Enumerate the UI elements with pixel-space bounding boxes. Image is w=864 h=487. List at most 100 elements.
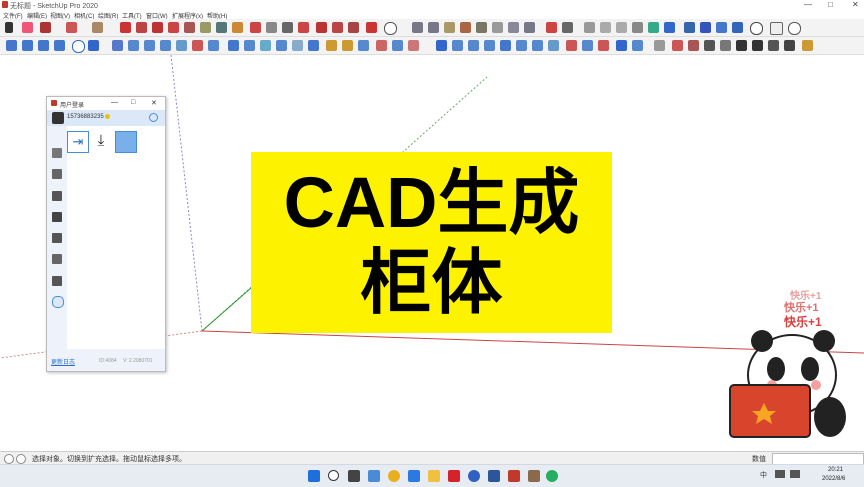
circle-tool-icon[interactable]: [72, 40, 85, 53]
plugin-tool-1-icon[interactable]: [6, 40, 17, 51]
tape-measure-icon[interactable]: [200, 22, 211, 33]
layout-tool-7-icon[interactable]: [532, 40, 543, 51]
plugin-tool-2-icon[interactable]: [22, 40, 33, 51]
sidebar-drive-icon[interactable]: [52, 191, 62, 201]
gear-icon[interactable]: [788, 22, 801, 35]
top-view-icon[interactable]: [428, 22, 439, 33]
plugin-e-icon[interactable]: [716, 22, 727, 33]
panel-maximize-button[interactable]: □: [131, 99, 135, 106]
sidebar-grid-icon[interactable]: [52, 233, 62, 243]
app-brown-icon[interactable]: [528, 470, 540, 482]
wechat-icon[interactable]: [546, 470, 558, 482]
cabinet-tool-15-icon[interactable]: [342, 40, 353, 51]
layout-tool-1-icon[interactable]: [436, 40, 447, 51]
panel-close-button[interactable]: ✕: [151, 99, 157, 107]
extension-warehouse-icon[interactable]: [332, 22, 343, 33]
sidebar-more-icon[interactable]: [52, 296, 64, 308]
volume-icon[interactable]: [790, 470, 800, 478]
sidebar-settings-icon[interactable]: [52, 276, 62, 286]
logout-icon[interactable]: ⇥: [67, 131, 89, 153]
cabinet-tool-5-icon[interactable]: [176, 40, 187, 51]
zoom-extents-icon[interactable]: [298, 22, 309, 33]
widgets-icon[interactable]: [368, 470, 380, 482]
section-display-icon[interactable]: [632, 22, 643, 33]
cabinet-tool-12-icon[interactable]: [292, 40, 303, 51]
plugin-c-icon[interactable]: [684, 22, 695, 33]
cabinet-tool-14-icon[interactable]: [326, 40, 337, 51]
cabinet-tool-2-icon[interactable]: [128, 40, 139, 51]
cabinet-tool-11-icon[interactable]: [276, 40, 287, 51]
cabinet-tool-6-icon[interactable]: [192, 40, 203, 51]
eraser-icon[interactable]: [22, 22, 33, 33]
layout-tool-13-icon[interactable]: [632, 40, 643, 51]
search-taskbar-icon[interactable]: [328, 470, 339, 481]
zoom-icon[interactable]: [282, 22, 293, 33]
text-icon[interactable]: [216, 22, 227, 33]
scale-icon[interactable]: [168, 22, 179, 33]
layout-tool-11-icon[interactable]: [598, 40, 609, 51]
left-view-icon[interactable]: [492, 22, 503, 33]
figure-tool-1-icon[interactable]: [376, 40, 387, 51]
user-icon[interactable]: [384, 22, 397, 35]
figure-tool-3-icon[interactable]: [408, 40, 419, 51]
sidebar-door-icon[interactable]: [52, 212, 62, 222]
plugin-b-icon[interactable]: [664, 22, 675, 33]
network-icon[interactable]: [775, 470, 785, 478]
util-tool-3-icon[interactable]: [688, 40, 699, 51]
cabinet-tool-13-icon[interactable]: [308, 40, 319, 51]
cabinet-tool-3-icon[interactable]: [144, 40, 155, 51]
chrome-icon[interactable]: [388, 470, 400, 482]
util-tool-9-icon[interactable]: [802, 40, 813, 51]
plugin-a-icon[interactable]: [648, 22, 659, 33]
rotate-icon[interactable]: [152, 22, 163, 33]
layout-tool-2-icon[interactable]: [452, 40, 463, 51]
close-button[interactable]: ✕: [852, 0, 859, 9]
search-icon[interactable]: [750, 22, 763, 35]
start-icon[interactable]: [308, 470, 320, 482]
minimize-button[interactable]: —: [804, 0, 812, 9]
plugin-tool-4-icon[interactable]: [54, 40, 65, 51]
back-view-icon[interactable]: [476, 22, 487, 33]
status-info-icon[interactable]: [4, 454, 14, 464]
cabinet-tool-8-icon[interactable]: [228, 40, 239, 51]
plugin-f-icon[interactable]: [732, 22, 743, 33]
sidebar-image-icon[interactable]: [52, 254, 62, 264]
changelog-link[interactable]: 更新日志: [51, 357, 75, 366]
util-tool-8-icon[interactable]: [784, 40, 795, 51]
layout-tool-9-icon[interactable]: [566, 40, 577, 51]
sidebar-tools-icon[interactable]: [52, 169, 62, 179]
offset-icon[interactable]: [184, 22, 195, 33]
select-tool-icon[interactable]: [5, 22, 13, 33]
cabinet-tool-7-icon[interactable]: [208, 40, 219, 51]
layout-icon[interactable]: [348, 22, 359, 33]
cabinet-tool-10-icon[interactable]: [260, 40, 271, 51]
section-cut-icon[interactable]: [616, 22, 627, 33]
task-view-icon[interactable]: [348, 470, 360, 482]
word-icon[interactable]: [488, 470, 500, 482]
maximize-button[interactable]: □: [828, 0, 833, 9]
plugin-d-icon[interactable]: [700, 22, 711, 33]
shaded-icon[interactable]: [546, 22, 557, 33]
util-tool-1-icon[interactable]: [654, 40, 665, 51]
rectangle-icon[interactable]: [92, 22, 103, 33]
cabinet-tool-1-icon[interactable]: [112, 40, 123, 51]
paint-bucket-icon[interactable]: [232, 22, 243, 33]
arc-icon[interactable]: [66, 22, 77, 33]
front-view-icon[interactable]: [444, 22, 455, 33]
clock-time[interactable]: 20:21: [828, 467, 843, 473]
layout-tool-4-icon[interactable]: [484, 40, 495, 51]
wireframe-icon[interactable]: [524, 22, 535, 33]
layout-tool-6-icon[interactable]: [516, 40, 527, 51]
plugin-tool-3-icon[interactable]: [38, 40, 49, 51]
explorer-icon[interactable]: [428, 470, 440, 482]
figure-tool-2-icon[interactable]: [392, 40, 403, 51]
util-tool-6-icon[interactable]: [752, 40, 763, 51]
util-tool-2-icon[interactable]: [672, 40, 683, 51]
layout-tool-5-icon[interactable]: [500, 40, 511, 51]
pencil-icon[interactable]: [40, 22, 51, 33]
texture-icon[interactable]: [562, 22, 573, 33]
warehouse-icon[interactable]: [316, 22, 327, 33]
pan-icon[interactable]: [266, 22, 277, 33]
cabinet-tool-4-icon[interactable]: [160, 40, 171, 51]
panel-search-icon[interactable]: [149, 113, 158, 122]
